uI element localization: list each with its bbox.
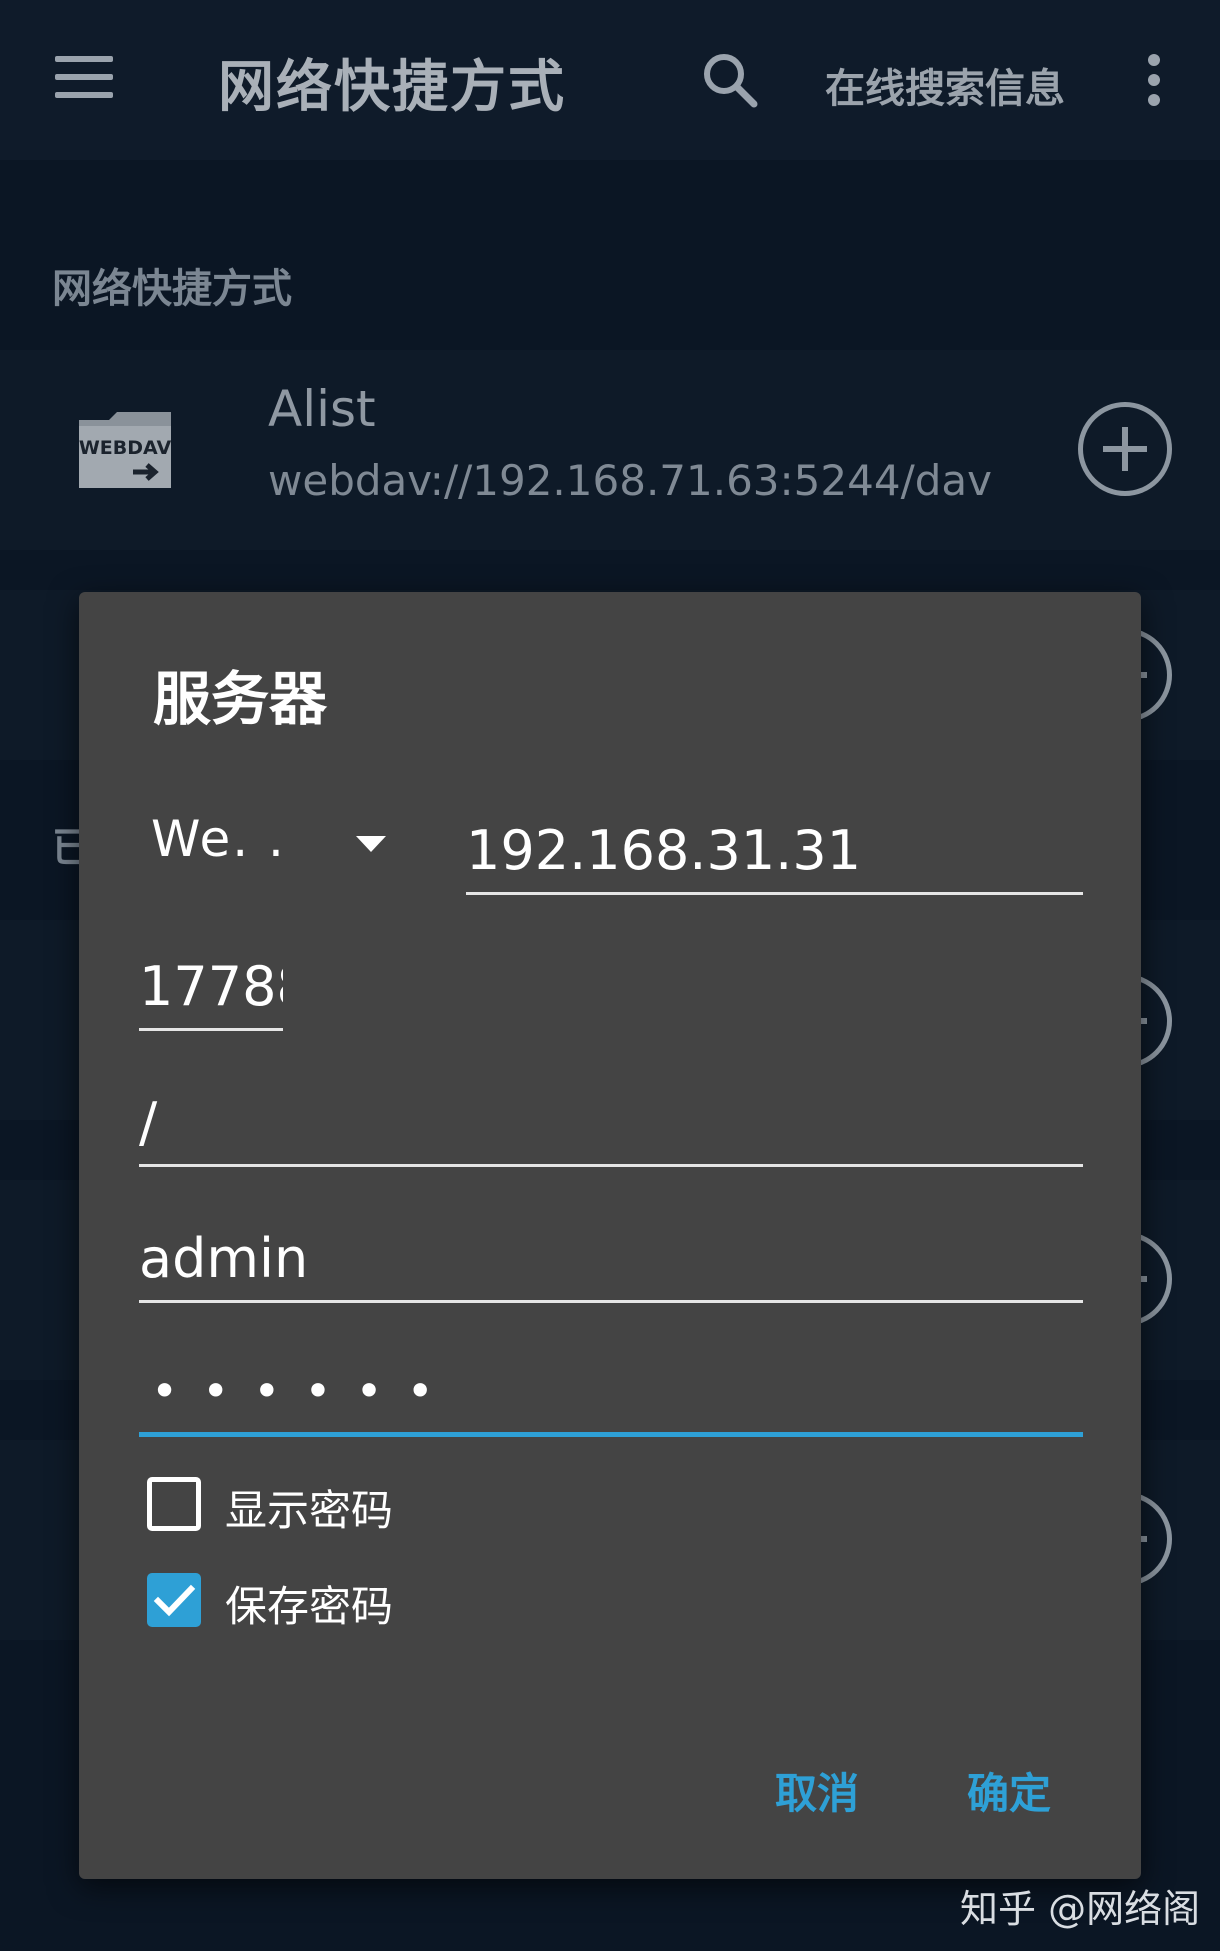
host-field[interactable] xyxy=(466,802,1083,895)
webdav-icon-label: WEBDAV xyxy=(79,437,172,459)
save-password-option[interactable]: 保存密码 xyxy=(147,1568,447,1632)
protocol-value: We. . xyxy=(151,810,286,868)
webdav-folder-icon: WEBDAV xyxy=(75,408,175,492)
port-input[interactable] xyxy=(139,955,283,1018)
port-field[interactable] xyxy=(139,942,283,1031)
show-password-option[interactable]: 显示密码 xyxy=(147,1472,447,1536)
online-search-button[interactable]: 在线搜索信息 xyxy=(825,56,1065,114)
app-title: 网络快捷方式 xyxy=(218,55,566,120)
shortcut-item-alist[interactable]: WEBDAV Alist webdav://192.168.71.63:5244… xyxy=(0,350,1220,550)
dropdown-arrow-icon xyxy=(356,836,386,852)
menu-icon[interactable] xyxy=(55,56,113,98)
show-password-checkbox[interactable] xyxy=(147,1477,201,1531)
watermark: 知乎 @网络阁 xyxy=(960,1887,1201,1931)
search-icon[interactable] xyxy=(700,50,760,110)
shortcut-name: Alist xyxy=(268,380,376,438)
path-input[interactable] xyxy=(139,1091,1083,1154)
host-input[interactable] xyxy=(466,819,1083,882)
password-input[interactable] xyxy=(151,1364,1095,1418)
checkmark-icon xyxy=(153,1584,196,1617)
password-field[interactable] xyxy=(139,1342,1095,1437)
save-password-label: 保存密码 xyxy=(225,1582,394,1631)
more-vertical-icon[interactable] xyxy=(1148,54,1160,106)
save-password-checkbox[interactable] xyxy=(147,1573,201,1627)
app-bar: 网络快捷方式 在线搜索信息 xyxy=(0,0,1220,160)
show-password-label: 显示密码 xyxy=(225,1486,394,1535)
username-input[interactable] xyxy=(139,1227,1083,1290)
add-circle-icon[interactable] xyxy=(1078,402,1172,496)
path-field[interactable] xyxy=(139,1072,1083,1167)
dialog-title: 服务器 xyxy=(153,665,328,733)
protocol-select[interactable]: We. . xyxy=(151,810,401,890)
section-title: 网络快捷方式 xyxy=(52,266,292,312)
shortcut-url: webdav://192.168.71.63:5244/dav xyxy=(268,456,992,505)
cancel-button[interactable]: 取消 xyxy=(775,1760,859,1821)
ok-button[interactable]: 确定 xyxy=(967,1760,1051,1821)
username-field[interactable] xyxy=(139,1210,1083,1303)
server-dialog: 服务器 We. . 显示密码 保存密码 取消 确定 xyxy=(79,592,1141,1879)
